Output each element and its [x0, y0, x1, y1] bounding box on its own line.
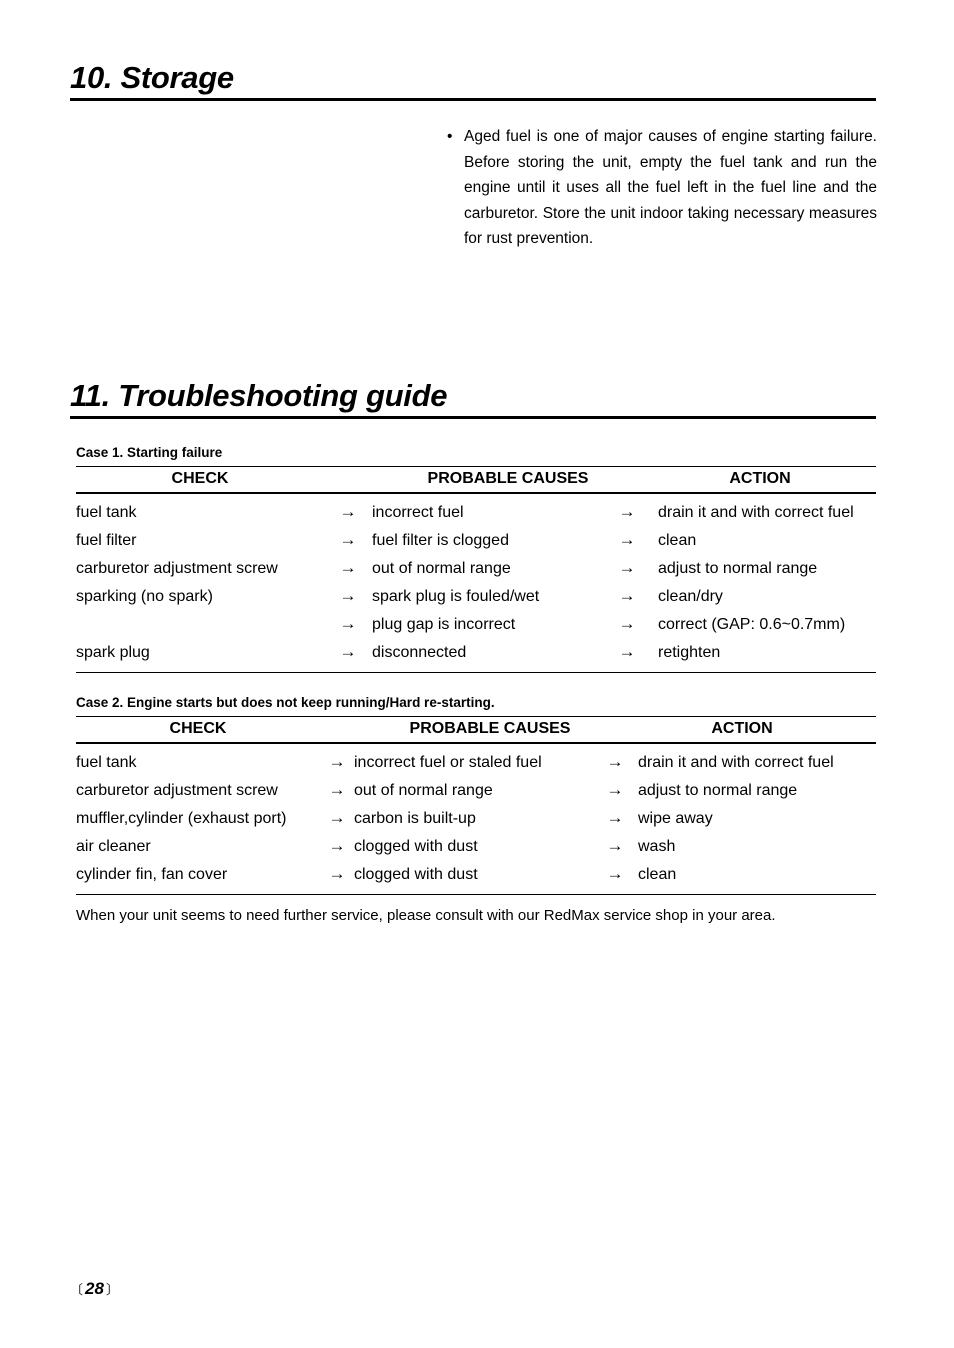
cell-action: retighten: [658, 644, 721, 661]
troubleshooting-table-1: CHECK PROBABLE CAUSES ACTION fuel tank →…: [76, 466, 876, 673]
cell-cause: incorrect fuel or staled fuel: [354, 754, 542, 771]
cell-cause: plug gap is incorrect: [372, 616, 516, 633]
page-number-bracket-right: 〕: [105, 1282, 119, 1297]
table-row: fuel tank → incorrect fuel → drain it an…: [76, 498, 876, 526]
cell-action: correct (GAP: 0.6~0.7mm): [658, 616, 846, 633]
table-row: fuel filter → fuel filter is clogged → c…: [76, 526, 876, 554]
cell-check: carburetor adjustment screw: [76, 560, 278, 577]
cell-cause: disconnected: [372, 644, 467, 661]
page-number-value: 28: [85, 1279, 104, 1298]
storage-bullet-item: • Aged fuel is one of major causes of en…: [447, 124, 877, 252]
cell-check: muffler,cylinder (exhaust port): [76, 810, 287, 827]
bullet-point-icon: •: [447, 128, 453, 145]
table-row: carburetor adjustment screw → out of nor…: [76, 776, 876, 804]
cell-action: adjust to normal range: [638, 782, 798, 799]
case-caption-1: Case 1. Starting failure: [76, 445, 223, 460]
column-header-probable-causes: PROBABLE CAUSES: [409, 720, 571, 737]
table-header-row-2: CHECK PROBABLE CAUSES ACTION: [76, 717, 876, 744]
cell-action: drain it and with correct fuel: [658, 504, 854, 521]
table-row: spark plug → disconnected → retighten: [76, 638, 876, 666]
cell-check: spark plug: [76, 644, 150, 661]
arrow-right-icon: →: [618, 614, 636, 633]
cell-action: clean/dry: [658, 588, 723, 605]
table-body-1: fuel tank → incorrect fuel → drain it an…: [76, 494, 876, 672]
arrow-right-icon: →: [618, 586, 636, 605]
cell-check: fuel filter: [76, 532, 137, 549]
column-header-action: ACTION: [729, 470, 791, 487]
case-block-1: Case 1. Starting failure CHECK PROBABLE …: [76, 444, 876, 673]
arrow-right-icon: →: [339, 586, 357, 605]
table-row: muffler,cylinder (exhaust port) → carbon…: [76, 804, 876, 832]
cell-check: carburetor adjustment screw: [76, 782, 278, 799]
section-title-troubleshooting: 11. Troubleshooting guide: [70, 378, 448, 413]
arrow-right-icon: →: [618, 558, 636, 577]
cell-cause: carbon is built-up: [354, 810, 476, 827]
case-block-2: Case 2. Engine starts but does not keep …: [76, 694, 876, 895]
service-note: When your unit seems to need further ser…: [76, 907, 776, 924]
section-heading-troubleshooting: 11. Troubleshooting guide: [70, 378, 876, 419]
cell-action: wash: [638, 838, 676, 855]
arrow-right-icon: →: [339, 558, 357, 577]
cell-cause: clogged with dust: [354, 866, 478, 883]
cell-check: air cleaner: [76, 838, 151, 855]
cell-cause: clogged with dust: [354, 838, 478, 855]
arrow-right-icon: →: [328, 836, 346, 855]
cell-cause: spark plug is fouled/wet: [372, 588, 540, 605]
section-title-storage: 10. Storage: [70, 60, 234, 95]
heading-rule-troubleshooting: [70, 415, 876, 419]
table-row: cylinder fin, fan cover → clogged with d…: [76, 860, 876, 888]
table-header-row-1: CHECK PROBABLE CAUSES ACTION: [76, 467, 876, 494]
case-caption-2: Case 2. Engine starts but does not keep …: [76, 695, 495, 710]
arrow-right-icon: →: [606, 836, 624, 855]
column-header-check: CHECK: [169, 720, 227, 737]
table-row: sparking (no spark) → spark plug is foul…: [76, 582, 876, 610]
arrow-right-icon: →: [328, 752, 346, 771]
cell-check: fuel tank: [76, 504, 137, 521]
arrow-right-icon: →: [606, 864, 624, 883]
arrow-right-icon: →: [328, 780, 346, 799]
cell-cause: out of normal range: [354, 782, 493, 799]
column-header-probable-causes: PROBABLE CAUSES: [427, 470, 589, 487]
arrow-right-icon: →: [339, 530, 357, 549]
cell-check: cylinder fin, fan cover: [76, 866, 228, 883]
arrow-right-icon: →: [339, 642, 357, 661]
arrow-right-icon: →: [328, 864, 346, 883]
page-number-bracket-left: 〔: [70, 1282, 84, 1297]
troubleshooting-table-2: CHECK PROBABLE CAUSES ACTION fuel tank →…: [76, 716, 876, 895]
table-row: → plug gap is incorrect → correct (GAP: …: [76, 610, 876, 638]
section-heading-storage: 10. Storage: [70, 60, 876, 101]
column-header-action: ACTION: [711, 720, 773, 737]
cell-cause: out of normal range: [372, 560, 511, 577]
manual-page: 10. Storage • Aged fuel is one of major …: [0, 0, 954, 1348]
arrow-right-icon: →: [339, 614, 357, 633]
cell-action: adjust to normal range: [658, 560, 818, 577]
table-row: carburetor adjustment screw → out of nor…: [76, 554, 876, 582]
cell-action: clean: [658, 532, 697, 549]
cell-action: clean: [638, 866, 677, 883]
page-number: 〔 28 〕: [70, 1278, 119, 1301]
heading-rule-storage: [70, 97, 876, 101]
arrow-right-icon: →: [606, 780, 624, 799]
cell-check: fuel tank: [76, 754, 137, 771]
table-row: fuel tank → incorrect fuel or staled fue…: [76, 748, 876, 776]
arrow-right-icon: →: [606, 752, 624, 771]
storage-bullet-text: Aged fuel is one of major causes of engi…: [464, 128, 877, 248]
cell-cause: incorrect fuel: [372, 504, 464, 521]
cell-action: wipe away: [638, 810, 713, 827]
arrow-right-icon: →: [618, 502, 636, 521]
cell-check: sparking (no spark): [76, 588, 213, 605]
cell-action: drain it and with correct fuel: [638, 754, 834, 771]
table-body-2: fuel tank → incorrect fuel or staled fue…: [76, 744, 876, 894]
arrow-right-icon: →: [606, 808, 624, 827]
cell-cause: fuel filter is clogged: [372, 532, 509, 549]
arrow-right-icon: →: [618, 530, 636, 549]
arrow-right-icon: →: [328, 808, 346, 827]
arrow-right-icon: →: [618, 642, 636, 661]
table-row: air cleaner → clogged with dust → wash: [76, 832, 876, 860]
column-header-check: CHECK: [171, 470, 229, 487]
arrow-right-icon: →: [339, 502, 357, 521]
